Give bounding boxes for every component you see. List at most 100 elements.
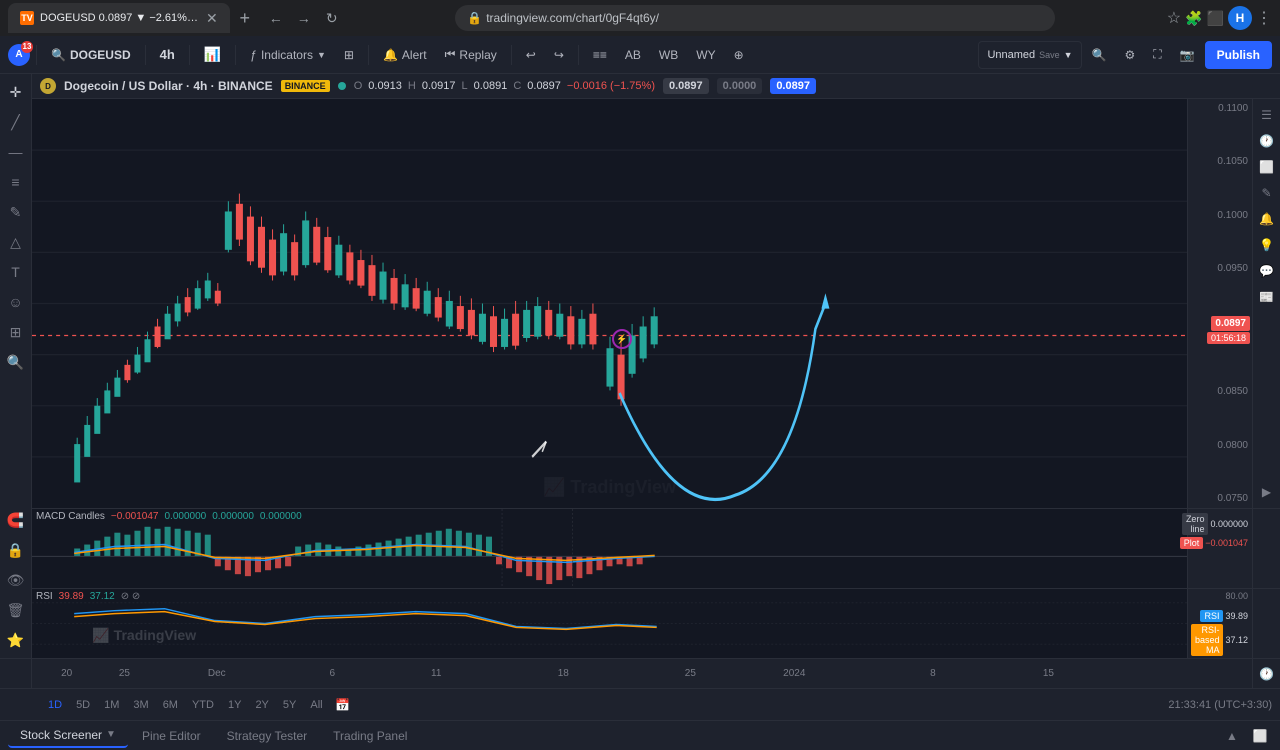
replay-btn[interactable]: ⏮ Replay: [437, 41, 505, 69]
back-btn[interactable]: ←: [264, 6, 288, 30]
rsi-ma-badge-val: 37.12: [1225, 635, 1248, 645]
tf-1m-btn[interactable]: 1M: [98, 697, 125, 713]
reload-btn[interactable]: ↻: [320, 6, 344, 30]
draw-hline-tool[interactable]: —: [2, 138, 30, 166]
undo-btn[interactable]: ↩: [518, 41, 544, 69]
browser-chrome: TV DOGEUSD 0.0897 ▼ −2.61% U... ✕ + ← → …: [0, 0, 1280, 36]
alert-rt-btn[interactable]: 🔔: [1255, 207, 1279, 231]
new-tab-btn[interactable]: +: [232, 5, 258, 31]
settings-btn[interactable]: ⚙: [1117, 41, 1144, 69]
rsi-price-scale: 80.00 RSI 39.89 RSI-based MA 37.12: [1187, 589, 1252, 658]
separator3: [189, 45, 190, 65]
crosshair-tool[interactable]: ✛: [2, 78, 30, 106]
stock-screener-dropdown-icon: ▼: [106, 729, 116, 740]
search-symbol-btn[interactable]: 🔍 DOGEUSD: [43, 41, 139, 69]
alert-btn[interactable]: 🔔 Alert: [375, 41, 435, 69]
time-label-18: 18: [558, 668, 569, 679]
snapshot-btn[interactable]: 📷: [1172, 41, 1203, 69]
indicators-dropdown-icon: ▼: [317, 50, 326, 60]
tf-1d-btn[interactable]: 1D: [42, 697, 68, 713]
magnet-tool[interactable]: 🧲: [2, 506, 30, 534]
tf-2y-btn[interactable]: 2Y: [249, 697, 274, 713]
separator4: [235, 45, 236, 65]
favorites-tool[interactable]: ⭐: [2, 626, 30, 654]
trash-tool[interactable]: 🗑: [2, 596, 30, 624]
separator5: [368, 45, 369, 65]
fullscreen-btn[interactable]: ⛶: [1145, 41, 1169, 69]
tf-6m-btn[interactable]: 6M: [157, 697, 184, 713]
clock-btn[interactable]: 🕐: [1255, 129, 1279, 153]
measure-tool[interactable]: ⊞: [2, 318, 30, 346]
annotation-circle[interactable]: ⚡: [612, 329, 632, 349]
zoom-tool[interactable]: 🔍: [2, 348, 30, 376]
candlestick-chart[interactable]: 📈 TradingView ⚡: [32, 99, 1187, 508]
search-toolbar-btn[interactable]: 🔍: [1084, 41, 1115, 69]
chat-btn[interactable]: 💬: [1255, 259, 1279, 283]
rsi-chart[interactable]: RSI 39.89 37.12 ⊘ ⊘ 📈 TradingView: [32, 589, 1187, 658]
sidebar-browser-btn[interactable]: ⬛: [1207, 10, 1224, 27]
brush-rt-btn[interactable]: ✎: [1255, 181, 1279, 205]
tf-all-btn[interactable]: All: [304, 697, 328, 713]
bar-type-btn[interactable]: ≡≡: [585, 41, 615, 69]
bar-style-btn[interactable]: 📊: [196, 41, 229, 69]
macd-title: MACD Candles: [36, 511, 105, 522]
drawing-tools-btn[interactable]: AB: [617, 41, 649, 69]
timeframe-selector: 1D 5D 1M 3M 6M YTD 1Y 2Y 5Y All: [42, 697, 329, 713]
panel-expand-btn[interactable]: ⬜: [1248, 724, 1272, 748]
close-label: C: [513, 80, 521, 92]
trading-panel-tab[interactable]: Trading Panel: [321, 725, 419, 747]
rsi-scale-top: 80.00: [1192, 591, 1248, 601]
user-avatar[interactable]: A 13: [8, 44, 30, 66]
time-axis-clock[interactable]: 🕐: [1252, 659, 1280, 688]
bookmark-btn[interactable]: ☆: [1167, 8, 1181, 28]
layouts-btn[interactable]: ⊞: [336, 41, 362, 69]
tf-3m-btn[interactable]: 3M: [127, 697, 154, 713]
macd-chart[interactable]: MACD Candles −0.001047 0.000000 0.000000…: [32, 509, 1187, 588]
icons-tool[interactable]: ☺: [2, 288, 30, 316]
right-toolbar: ☰ 🕐 ⬜ ✎ 🔔 💡 💬 📰 ▶: [1252, 99, 1280, 508]
arrow-right-btn[interactable]: ▶: [1255, 480, 1279, 504]
more-tools-btn[interactable]: WB: [651, 41, 686, 69]
unnamed-chart-btn[interactable]: Unnamed Save ▼: [978, 41, 1081, 69]
forward-btn[interactable]: →: [292, 6, 316, 30]
tf-ytd-btn[interactable]: YTD: [186, 697, 220, 713]
timeframe-btn[interactable]: 4h: [152, 41, 183, 69]
watchlist-btn[interactable]: ☰: [1255, 103, 1279, 127]
extra-tools-btn[interactable]: WY: [688, 41, 723, 69]
calendar-btn[interactable]: 📅: [331, 693, 355, 717]
address-bar[interactable]: 🔒 tradingview.com/chart/0gF4qt6y/: [455, 5, 1055, 31]
draw-channel-tool[interactable]: ≡: [2, 168, 30, 196]
draw-brush-tool[interactable]: ✎: [2, 198, 30, 226]
extensions-btn[interactable]: 🧩: [1185, 10, 1202, 27]
pine-editor-tab[interactable]: Pine Editor: [130, 725, 213, 747]
news-btn[interactable]: 📰: [1255, 285, 1279, 309]
layers-btn[interactable]: ⬜: [1255, 155, 1279, 179]
strategy-tester-tab[interactable]: Strategy Tester: [215, 725, 319, 747]
publish-btn[interactable]: Publish: [1205, 41, 1272, 69]
draw-line-tool[interactable]: ╱: [2, 108, 30, 136]
text-tool[interactable]: T: [2, 258, 30, 286]
lock-tool[interactable]: 🔒: [2, 536, 30, 564]
tf-1y-btn[interactable]: 1Y: [222, 697, 247, 713]
current-time-label: 01:56:18: [1207, 332, 1250, 344]
browser-tab[interactable]: TV DOGEUSD 0.0897 ▼ −2.61% U... ✕: [8, 3, 230, 33]
tf-5y-btn[interactable]: 5Y: [277, 697, 302, 713]
time-axis: 20 25 Dec 6 11 18 25 2024 8 15 🕐: [0, 658, 1280, 688]
cursor-btn[interactable]: ⊕: [726, 41, 752, 69]
eye-tool[interactable]: 👁: [2, 566, 30, 594]
idea-btn[interactable]: 💡: [1255, 233, 1279, 257]
stock-screener-tab[interactable]: Stock Screener ▼: [8, 724, 128, 748]
time-label-15: 15: [1043, 668, 1054, 679]
indicators-btn[interactable]: ƒ Indicators ▼: [242, 41, 334, 69]
price-label-1050: 0.1050: [1188, 156, 1252, 167]
profile-btn[interactable]: H: [1228, 6, 1252, 30]
close-value: 0.0897: [527, 80, 561, 92]
panel-collapse-btn[interactable]: ▲: [1220, 724, 1244, 748]
draw-shapes-tool[interactable]: △: [2, 228, 30, 256]
redo-btn[interactable]: ↪: [546, 41, 572, 69]
ohlc-data: O 0.0913 H 0.0917 L 0.0891 C 0.0897 −0.0…: [354, 80, 655, 92]
tab-close-btn[interactable]: ✕: [206, 10, 218, 27]
time-label-25: 25: [119, 668, 130, 679]
more-btn[interactable]: ⋮: [1256, 8, 1272, 28]
tf-5d-btn[interactable]: 5D: [70, 697, 96, 713]
